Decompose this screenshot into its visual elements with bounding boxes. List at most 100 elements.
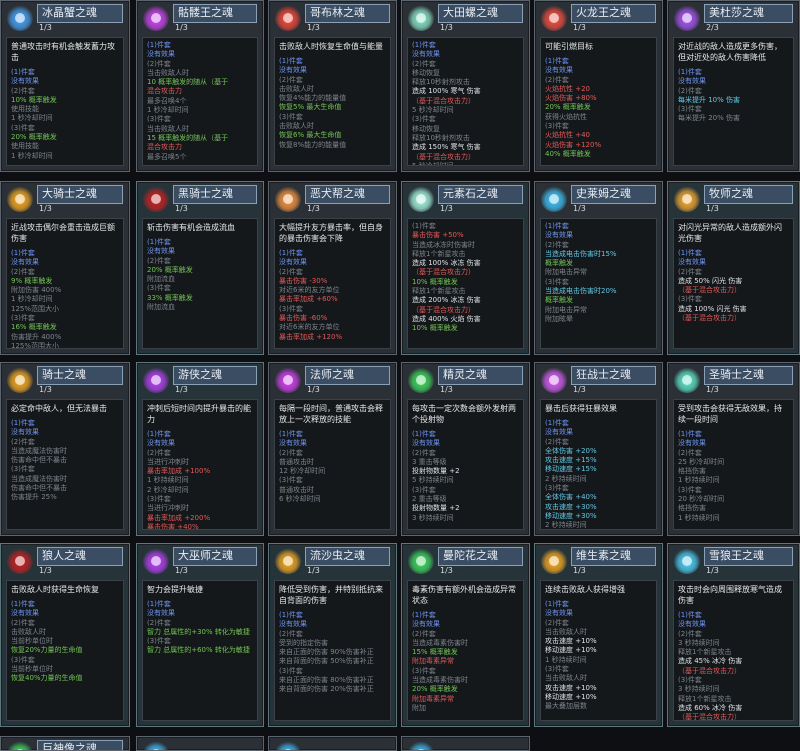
card-level: 2/3 [706,23,719,32]
set-bonus-line: 10% 概率触发 [412,324,458,333]
card-level: 1/3 [175,204,188,213]
set-bonus-line: 智力 总属性的+60% 转化为敏捷 [147,646,250,655]
soul-card[interactable]: 大巫师之魂 1/3 智力会提升敏捷 (1)件套 没有效果 (2)件套 智力 总属性的+30%… [136,543,264,727]
soul-card[interactable]: 黑骑士之魂 1/3 斩击伤害有机会造成流血 (1)件套 没有效果 (2)件套 20% 概率触… [136,181,264,355]
set-bonus-line: 20% 概率触发 [545,103,591,112]
card-header: 火龙王之魂 1/3 [535,1,662,39]
set-bonus-line: 2 秒持续时间 [545,521,587,530]
set-bonus-line: 移动恢复 [412,124,440,133]
soul-card[interactable]: 元素石之魂 1/3 (1)件套 暴击伤害 +50% 当造成冰冻时伤害时 释放1个新星攻击造… [401,181,530,355]
soul-card[interactable]: 冰晶蟹之魂 1/3 普通攻击时有机会触发蓄力攻击 (1)件套 没有效果 (2)件套 10% … [0,0,130,172]
card-level: 1/3 [573,566,586,575]
soul-card[interactable]: 史莱姆之魂 1/3 (1)件套 没有效果 (2)件套 当造成电击伤害时15% 概率触发 附加电… [534,181,663,355]
card-title: 冰晶蟹之魂 [37,4,123,23]
set-bonus-line: 20% 概率触发 [11,133,57,142]
card-level: 1/3 [573,204,586,213]
card-title: 恶犬帮之魂 [305,185,390,204]
card-header: 游侠之魂 1/3 [137,363,263,401]
card-header: 大骑士之魂 1/3 [1,182,129,220]
set-bonus-line: (2)件套 [11,86,35,95]
soul-card[interactable]: 狂战士之魂 1/3 暴击后获得狂暴效果 (1)件套 没有效果 (2)件套 全体伤害 +20%… [534,362,663,536]
set-bonus-line: 附加 [412,703,426,712]
soul-card[interactable]: 巨神像之魂 [0,736,130,751]
soul-card[interactable]: 维生素之魂 1/3 连续击败敌人获得增强 (1)件套 没有效果 (2)件套 当击败敌人时 攻击… [534,543,663,727]
card-title: 法师之魂 [305,366,390,385]
soul-card[interactable]: 雪狼王之魂 1/3 攻击时会向周围释放寒气造成伤害 (1)件套 没有效果 (2)件套 3 秒… [667,543,800,727]
card-header: 冰晶蟹之魂 1/3 [1,1,129,39]
set-bonus-line: (2)件套 [279,267,303,276]
card-title: 圣骑士之魂 [704,366,793,385]
set-bonus-line: （基于混合攻击力） [412,305,475,314]
soul-card[interactable]: 游侠之魂 1/3 冲刺后短时间内提升暴击的能力 (1)件套 没有效果 (2)件套 当进行冲刺… [136,362,264,536]
soul-card[interactable]: 曼陀花之魂 1/3 毒素伤害有额外机会造成异常状态 (1)件套 没有效果 (2)件套 当造成… [401,543,530,727]
soul-card[interactable]: 法师之魂 1/3 每隔一段时间，普通攻击会释放上一次释放的技能 (1)件套 没有效果 (2… [268,362,397,536]
set-bonus-line: 混合攻击力 [147,87,182,96]
card-detail-panel: 毒素伤害有额外机会造成异常状态 (1)件套 没有效果 (2)件套 当造成毒素伤害时 15%… [407,580,524,721]
soul-card[interactable]: 骷髅王之魂 1/3 (1)件套 没有效果 (2)件套 当击败敌人时 10 概率触发的随从（基… [136,0,264,172]
medusa-soul-icon [674,5,700,31]
set-bonus-line: 没有效果 [147,439,175,448]
colossus-soul-icon [7,741,33,750]
soul-card[interactable]: 哥布林之魂 1/3 击败敌人时恢复生命值与能量 (1)件套 没有效果 (2)件套 击败敌人时… [268,0,397,172]
set-bonus-line: 当造成毒素伤害时 [412,676,468,685]
card-header: 曼陀花之魂 1/3 [402,544,529,582]
set-bonus-line: 暴击伤害 +50% [412,231,464,240]
set-bonus-line: 造成 100% 闪光 伤害 [678,304,747,313]
soul-card[interactable]: 狼人之魂 1/3 击败敌人时获得生命恢复 (1)件套 没有效果 (2)件套 击败敌人时 当前秒… [0,543,130,727]
card-description: 暴击后获得狂暴效果 [545,404,617,413]
set-bonus-line: (2)件套 [678,448,702,457]
set-bonus-line: 3 秒持续时间 [412,513,454,522]
set-bonus-line: 没有效果 [11,258,39,267]
set-bonus-line: 当前秒单位时 [11,665,53,674]
card-detail-panel: 连续击败敌人获得增强 (1)件套 没有效果 (2)件套 当击败敌人时 攻击速度 +10% 移… [540,580,657,721]
set-bonus-line: 附加毒素异常 [412,694,454,703]
soul-card[interactable]: 火龙王之魂 1/3 可能引燃目标 (1)件套 没有效果 (2)件套 火焰抗性 +20 火焰伤害… [534,0,663,172]
soul-card[interactable]: 美杜莎之魂 2/3 对近战的敌人造成更多伤害，但对近处的敌人伤害降低 (1)件套 没有效… [667,0,800,172]
card-description: 可能引燃目标 [545,42,593,51]
set-bonus-line: (3)件套 [11,655,35,664]
set-bonus-line: (2)件套 [412,448,436,457]
soul-card[interactable]: 大骑士之魂 1/3 近战攻击偶尔会重击造成巨额伤害 (1)件套 没有效果 (2)件套 9% … [0,181,130,355]
soul-card[interactable]: 大田螺之魂 1/3 (1)件套 没有效果 (2)件套 移动恢复 释放10秒射剂攻击 造成 10… [401,0,530,172]
soul-card[interactable]: 圣骑士之魂 1/3 受到攻击会获得无敌效果，持续一段时间 (1)件套 没有效果 (2)件套… [667,362,800,536]
card-level: 1/3 [706,566,719,575]
soul-card[interactable]: 牧师之魂 1/3 对闪光异常的敌人造成额外闪光伤害 (1)件套 没有效果 (2)件套 造成 … [667,181,800,355]
set-bonus-line: 附加电击异常 [545,305,587,314]
card-detail-panel: 降低受到伤害，并特别抵抗来自背面的伤害 (1)件套 没有效果 (2)件套 受到的指定伤害… [274,580,391,721]
set-bonus-line: (1)件套 [412,430,436,438]
card-detail-panel: 对闪光异常的敌人造成额外闪光伤害 (1)件套 没有效果 (2)件套 造成 50% 闪光 … [673,218,794,349]
set-bonus-line: 恢复5% 最大生命值 [279,103,342,112]
card-title: 元素石之魂 [438,185,523,204]
soul-card[interactable]: 流沙虫之魂 1/3 降低受到伤害，并特别抵抗来自背面的伤害 (1)件套 没有效果 (2)件… [268,543,397,727]
set-bonus-line: 造成 150% 寒气 伤害 [412,143,481,152]
soul-card[interactable] [268,736,397,751]
soul-card[interactable]: 精灵之魂 1/3 每攻击一定次数会额外发射两个投射物 (1)件套 没有效果 (2)件套 3 … [401,362,530,536]
soul-card[interactable]: 骑士之魂 1/3 必定命中敌人，但无法暴击 (1)件套 没有效果 (2)件套 当造成魔法伤害… [0,362,130,536]
set-bonus-line: 受到的指定伤害 [279,638,328,647]
set-bonus-line: 附加电击异常 [545,268,587,277]
set-bonus-line: 没有效果 [545,609,573,618]
card-header: 雪狼王之魂 1/3 [668,544,799,582]
soul-card[interactable] [401,736,530,751]
soul-card[interactable] [136,736,264,751]
card-level: 1/3 [440,204,453,213]
soul-card[interactable]: 恶犬帮之魂 1/3 大幅提升友方暴击率，但自身的暴击伤害会下降 (1)件套 没有效果 (2… [268,181,397,355]
set-bonus-line: 10% 概率触发 [412,277,458,286]
set-bonus-line: 对近6米的友方单位 [279,323,340,332]
set-bonus-line: 16% 概率触发 [11,323,57,332]
card-level: 1/3 [307,566,320,575]
set-bonus-line: (1)件套 [545,600,569,608]
set-bonus-line: 1 秒冷却时间 [11,295,53,304]
set-bonus-line: 暴击伤害 +40% [147,522,199,530]
set-bonus-line: 1 秒冷却时间 [11,151,53,160]
card-detail-panel: 受到攻击会获得无敌效果，持续一段时间 (1)件套 没有效果 (2)件套 25 秒冷却时间… [673,399,794,530]
set-bonus-line: 40% 概率触发 [545,149,591,158]
goblin-soul-icon [275,5,301,31]
set-bonus-line: 概率触发 [545,296,573,305]
set-bonus-line: 25 秒冷却时间 [678,457,725,466]
card-header: 哥布林之魂 1/3 [269,1,396,39]
set-bonus-line: 2 秒冷却时间 [147,485,189,494]
set-bonus-line: (2)件套 [678,86,702,95]
set-bonus-line: 125%范围大小 [11,304,60,313]
set-bonus-line: (1)件套 [412,41,436,49]
